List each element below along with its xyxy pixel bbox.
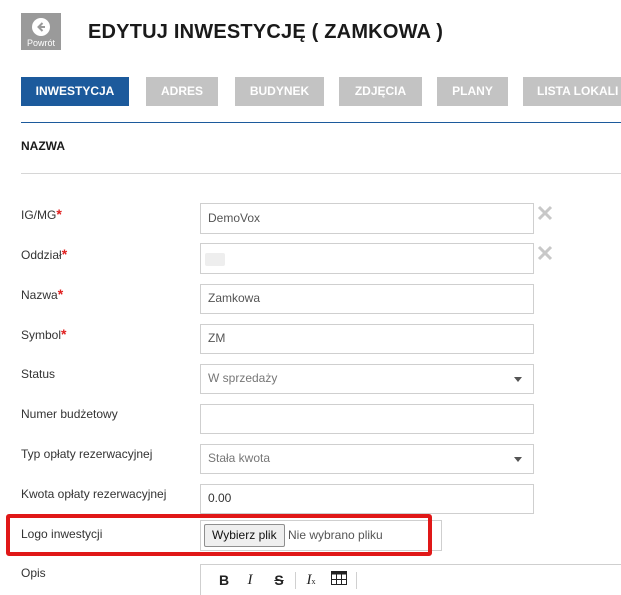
- description-editor[interactable]: B I S Ix: [200, 564, 621, 595]
- bold-icon[interactable]: B: [215, 571, 233, 589]
- typ-oplaty-select[interactable]: Stała kwota: [200, 444, 534, 474]
- required-mark: *: [56, 206, 62, 222]
- kwota-oplaty-field[interactable]: 0.00: [200, 484, 534, 514]
- oddzial-field[interactable]: [200, 243, 534, 274]
- toolbar-separator: [295, 572, 296, 589]
- page-title: EDYTUJ INWESTYCJĘ ( ZAMKOWA ): [88, 21, 444, 43]
- section-divider: [21, 173, 621, 174]
- symbol-label: Symbol*: [21, 326, 67, 342]
- status-select[interactable]: W sprzedaży: [200, 364, 534, 394]
- igmg-field[interactable]: DemoVox: [200, 203, 534, 234]
- clear-x-icon[interactable]: [537, 245, 553, 261]
- back-button-label: Powrót: [26, 38, 55, 48]
- required-mark: *: [61, 326, 67, 342]
- caret-down-icon: [514, 377, 522, 382]
- clear-x-icon[interactable]: [537, 205, 553, 221]
- tab-adres[interactable]: ADRES: [146, 77, 218, 106]
- oddzial-label: Oddział*: [21, 246, 68, 262]
- igmg-label: IG/MG*: [21, 206, 62, 222]
- arrow-left-icon: [32, 18, 50, 36]
- nazwa-label: Nazwa*: [21, 286, 64, 302]
- toolbar-separator: [356, 572, 357, 589]
- numer-budzetowy-field[interactable]: [200, 404, 534, 434]
- table-icon[interactable]: [330, 571, 348, 589]
- caret-down-icon: [514, 457, 522, 462]
- highlight-box: [6, 514, 432, 556]
- clear-format-icon[interactable]: Ix: [302, 571, 320, 589]
- opis-label: Opis: [21, 566, 46, 580]
- back-button[interactable]: Powrót: [21, 13, 61, 50]
- italic-icon[interactable]: I: [241, 571, 259, 589]
- kwota-oplaty-label: Kwota opłaty rezerwacyjnej: [21, 487, 167, 501]
- tab-plany[interactable]: PLANY: [437, 77, 508, 106]
- status-label: Status: [21, 367, 56, 381]
- required-mark: *: [57, 286, 64, 302]
- tab-lista-lokali[interactable]: LISTA LOKALI: [523, 77, 621, 106]
- section-title: NAZWA: [21, 139, 65, 153]
- tab-zdjecia[interactable]: ZDJĘCIA: [339, 77, 422, 106]
- symbol-field[interactable]: ZM: [200, 324, 534, 354]
- tab-inwestycja[interactable]: INWESTYCJA: [21, 77, 129, 106]
- numer-budzetowy-label: Numer budżetowy: [21, 407, 118, 421]
- tab-budynek[interactable]: BUDYNEK: [235, 77, 324, 106]
- redacted-value: [205, 253, 225, 266]
- strikethrough-icon[interactable]: S: [270, 571, 288, 589]
- nazwa-field[interactable]: Zamkowa: [200, 284, 534, 314]
- tab-bar: INWESTYCJA ADRES BUDYNEK ZDJĘCIA PLANY L…: [21, 77, 621, 107]
- typ-oplaty-label: Typ opłaty rezerwacyjnej: [21, 447, 153, 461]
- required-mark: *: [61, 246, 68, 262]
- tabs-underline: [21, 122, 621, 123]
